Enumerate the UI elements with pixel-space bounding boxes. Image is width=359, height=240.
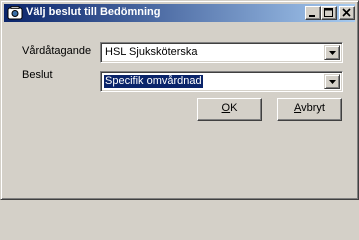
close-icon bbox=[342, 8, 351, 17]
vardatagande-select[interactable]: HSL Sjuksköterska bbox=[100, 42, 343, 63]
chevron-down-icon bbox=[329, 80, 336, 84]
vardatagande-dropdown-button[interactable] bbox=[324, 45, 340, 60]
close-button[interactable] bbox=[339, 6, 355, 20]
vardatagande-label: Vårdåtagande bbox=[22, 45, 92, 57]
beslut-label: Beslut bbox=[22, 69, 53, 81]
vardatagande-value: HSL Sjuksköterska bbox=[105, 46, 198, 58]
ok-button[interactable]: OK bbox=[197, 98, 262, 121]
minimize-button[interactable] bbox=[305, 6, 321, 20]
maximize-icon bbox=[324, 8, 333, 17]
chevron-down-icon bbox=[329, 51, 336, 55]
window-title: Välj beslut till Bedömning bbox=[26, 6, 161, 18]
avbryt-button[interactable]: Avbryt bbox=[277, 98, 342, 121]
minimize-icon bbox=[309, 15, 315, 17]
app-icon[interactable] bbox=[7, 5, 23, 21]
beslut-dropdown-button[interactable] bbox=[324, 74, 340, 89]
title-bar[interactable]: Välj beslut till Bedömning bbox=[4, 4, 355, 22]
dialog-window: Välj beslut till Bedömning Vårdåtagande … bbox=[0, 0, 359, 200]
maximize-button[interactable] bbox=[321, 6, 337, 20]
beslut-select[interactable]: Specifik omvårdnad bbox=[100, 71, 343, 92]
beslut-value: Specifik omvårdnad bbox=[104, 75, 203, 88]
